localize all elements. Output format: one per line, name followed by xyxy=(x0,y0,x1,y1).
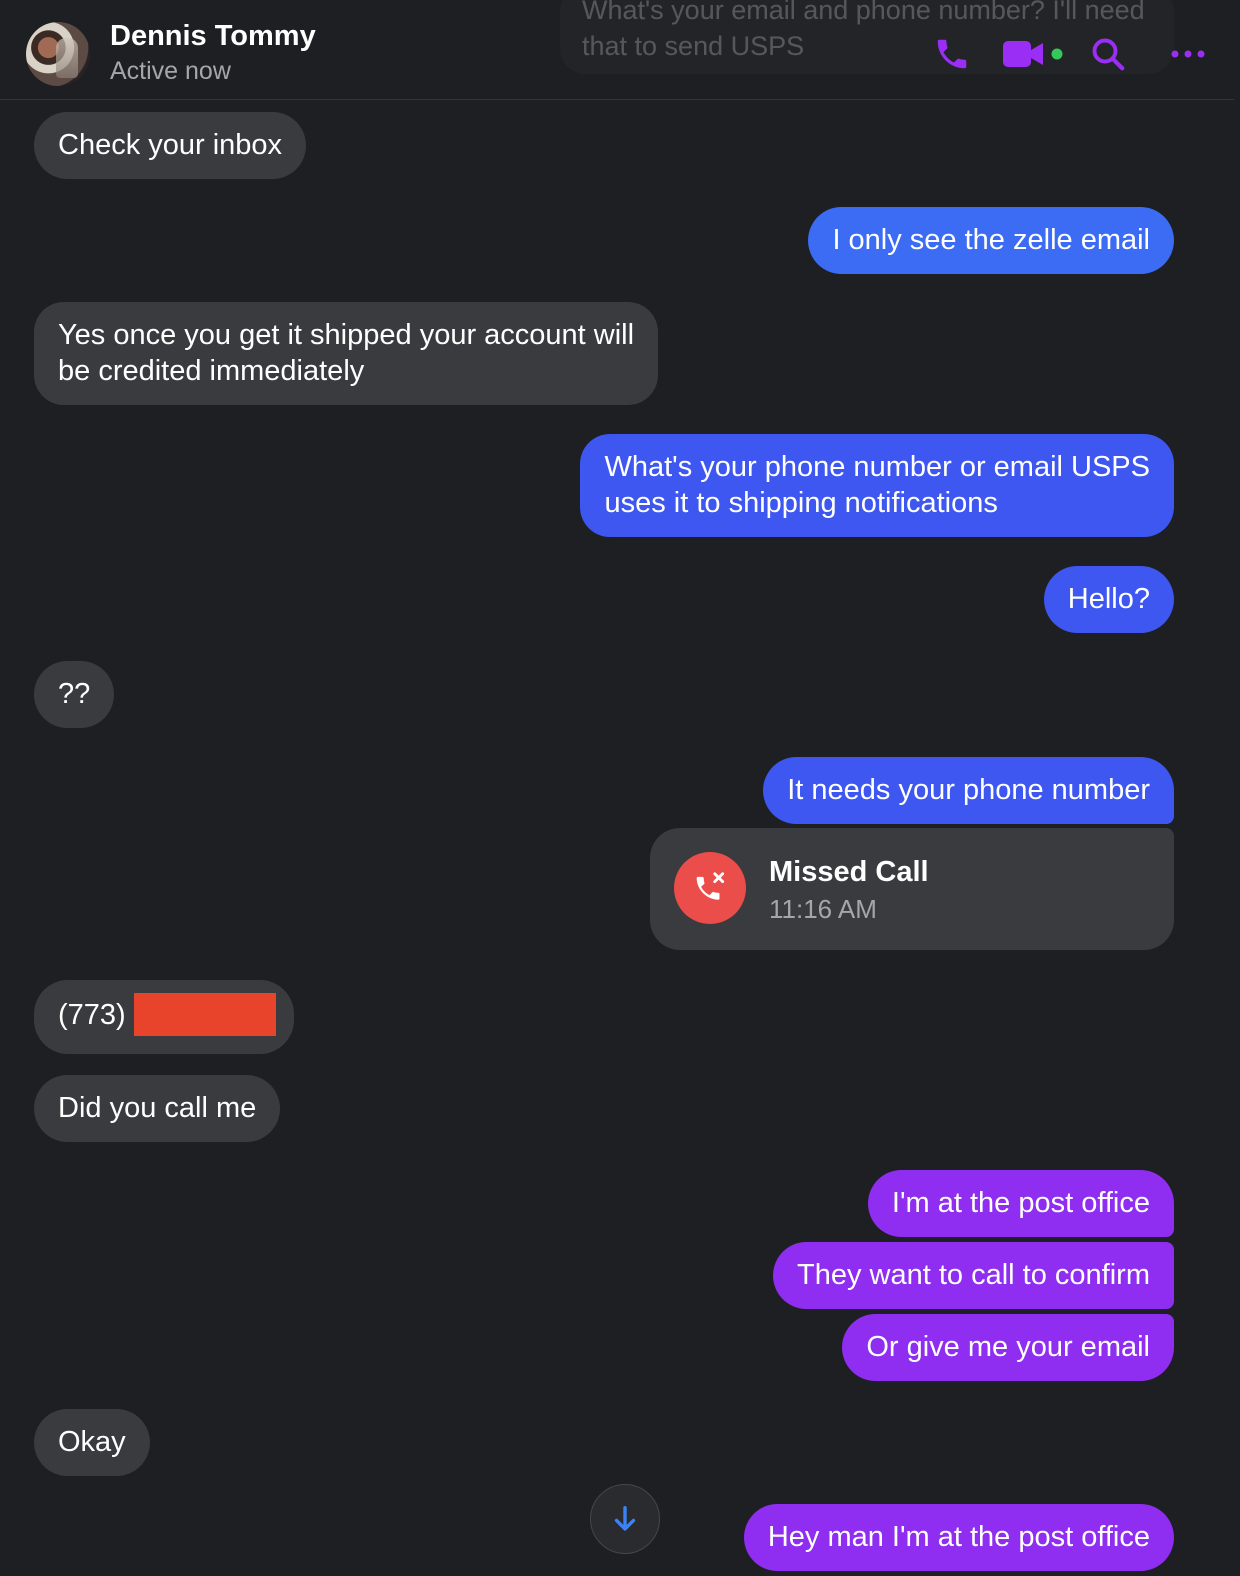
active-status: Active now xyxy=(110,57,231,85)
incoming-message[interactable]: Check your inbox xyxy=(34,112,307,179)
outgoing-message[interactable]: I'm at the post office xyxy=(867,1170,1174,1237)
outgoing-message[interactable]: It needs your phone number xyxy=(763,757,1174,824)
outgoing-message[interactable]: What's your phone number or email USPS u… xyxy=(580,434,1174,537)
contact-name[interactable]: Dennis Tommy xyxy=(110,20,316,53)
avatar[interactable] xyxy=(26,22,90,86)
incoming-message[interactable]: Did you call me xyxy=(34,1075,281,1142)
missed-call-card[interactable]: Missed Call 11:16 AM xyxy=(650,828,1174,950)
phone-icon[interactable] xyxy=(930,32,974,76)
scroll-to-bottom-button[interactable] xyxy=(590,1484,660,1554)
redaction-box xyxy=(133,993,276,1036)
message-line: be credited immediately xyxy=(58,355,365,387)
message-line: Yes once you get it shipped your account… xyxy=(58,319,635,351)
ghost-message-preview: What's your email and phone number? I'll… xyxy=(560,0,1174,74)
arrow-down-icon xyxy=(614,1505,636,1531)
phone-area-code: (773) xyxy=(58,999,126,1032)
missed-call-title: Missed Call xyxy=(769,856,929,888)
missed-call-time: 11:16 AM xyxy=(769,894,877,924)
message-line: What's your phone number or email USPS xyxy=(604,451,1150,483)
video-call-icon[interactable] xyxy=(1000,32,1066,76)
incoming-message[interactable]: ?? xyxy=(34,661,115,728)
incoming-message[interactable]: (773) xyxy=(34,980,294,1054)
chat-header: What's your email and phone number? I'll… xyxy=(0,0,1234,100)
outgoing-message[interactable]: Or give me your email xyxy=(842,1314,1174,1381)
missed-call-icon xyxy=(674,852,746,924)
incoming-message[interactable]: Okay xyxy=(34,1409,150,1476)
outgoing-message[interactable]: They want to call to confirm xyxy=(773,1242,1174,1309)
incoming-message[interactable]: Yes once you get it shipped your account… xyxy=(34,302,659,405)
search-icon[interactable] xyxy=(1086,32,1130,76)
outgoing-message[interactable]: I only see the zelle email xyxy=(808,207,1174,274)
outgoing-message[interactable]: Hello? xyxy=(1043,566,1174,633)
more-options-icon[interactable] xyxy=(1166,32,1210,76)
message-line: uses it to shipping notifications xyxy=(604,487,998,519)
outgoing-message[interactable]: Hey man I'm at the post office xyxy=(743,1504,1174,1571)
